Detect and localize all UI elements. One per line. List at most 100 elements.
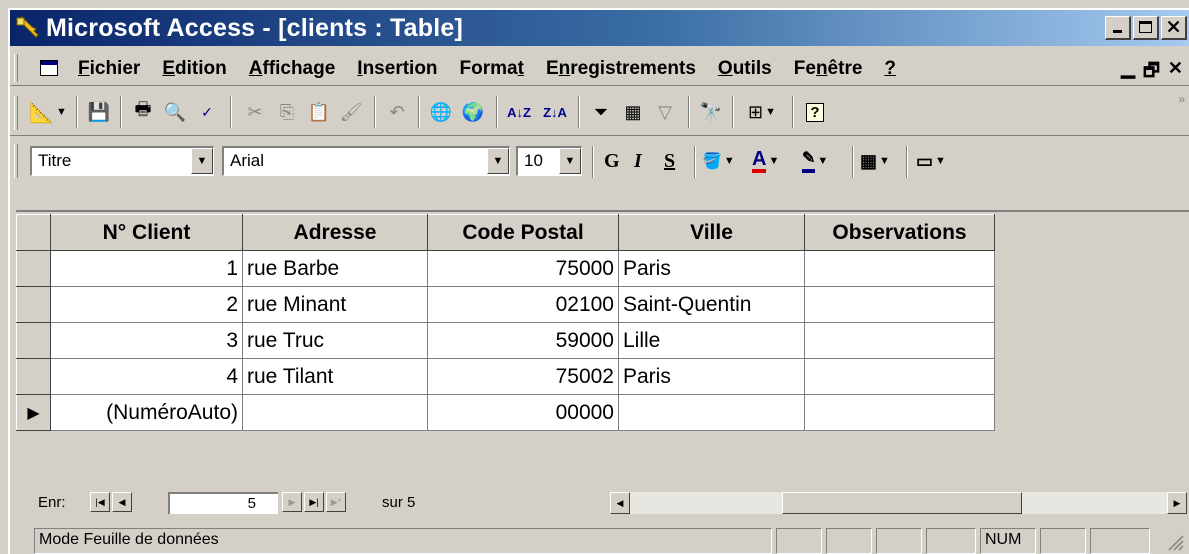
apply-filter-button[interactable]: ▽	[650, 97, 680, 127]
cut-button[interactable]: ✂	[240, 97, 270, 127]
scroll-left-button[interactable]: ◀	[610, 492, 630, 514]
format-painter-button[interactable]: 🖌	[336, 97, 366, 127]
column-header[interactable]: Adresse	[242, 214, 428, 251]
resize-grip-icon[interactable]	[1165, 532, 1185, 552]
column-header[interactable]: N° Client	[50, 214, 243, 251]
close-button[interactable]	[1161, 16, 1187, 40]
cell-ville[interactable]: Paris	[618, 250, 805, 287]
doc-minimize-icon[interactable]: ▁	[1121, 58, 1135, 88]
filter-by-form-button[interactable]: ▦	[618, 97, 648, 127]
column-header[interactable]: Observations	[804, 214, 995, 251]
find-button[interactable]: 🔭	[696, 97, 726, 127]
menu-grip[interactable]	[14, 54, 18, 82]
column-header[interactable]: Code Postal	[427, 214, 619, 251]
insert-hyperlink-button[interactable]: 🌐	[426, 97, 456, 127]
print-preview-button[interactable]: 🔍	[160, 97, 190, 127]
cell-adresse[interactable]: rue Minant	[242, 286, 428, 323]
cell-code-postal[interactable]: 59000	[427, 322, 619, 359]
cell-adresse[interactable]	[242, 394, 428, 431]
cell-observations[interactable]	[804, 322, 995, 359]
print-button[interactable]: 🖶	[128, 97, 158, 127]
save-button[interactable]: 💾	[84, 97, 114, 127]
cell-adresse[interactable]: rue Barbe	[242, 250, 428, 287]
font-combo[interactable]: Arial ▼	[222, 146, 510, 176]
menu-item[interactable]: Insertion	[357, 58, 437, 80]
scroll-thumb[interactable]	[782, 492, 1022, 514]
datasheet-icon[interactable]	[40, 60, 58, 76]
menu-item[interactable]: Affichage	[249, 58, 336, 80]
help-button[interactable]: ?	[800, 97, 830, 127]
sort-descending-button[interactable]: Z↓A	[540, 97, 570, 127]
sort-ascending-button[interactable]: A↓Z	[504, 97, 534, 127]
cell-observations[interactable]	[804, 286, 995, 323]
cell-code-postal[interactable]: 75002	[427, 358, 619, 395]
next-record-button[interactable]: ▶	[282, 492, 302, 512]
menu-item[interactable]: Fenêtre	[794, 58, 863, 80]
font-color-button[interactable]: A ▼	[752, 146, 779, 176]
view-button[interactable]: 📐 ▼	[26, 97, 70, 127]
cell-id[interactable]: (NuméroAuto)	[50, 394, 243, 431]
doc-restore-icon[interactable]: 🗗	[1143, 58, 1160, 88]
doc-close-icon[interactable]: ✕	[1168, 58, 1183, 88]
title-bar[interactable]: Microsoft Access - [clients : Table]	[10, 10, 1189, 46]
minimize-button[interactable]	[1105, 16, 1131, 40]
record-selector[interactable]	[16, 286, 51, 323]
cell-id[interactable]: 1	[50, 250, 243, 287]
menu-item[interactable]: Enregistrements	[546, 58, 696, 80]
cell-ville[interactable]	[618, 394, 805, 431]
cell-ville[interactable]: Lille	[618, 322, 805, 359]
cell-adresse[interactable]: rue Truc	[242, 322, 428, 359]
menu-item[interactable]: Outils	[718, 58, 772, 80]
cell-observations[interactable]	[804, 394, 995, 431]
font-size-dropdown-icon[interactable]: ▼	[559, 148, 581, 174]
last-record-button[interactable]: ▶|	[304, 492, 324, 512]
current-record-input[interactable]: 5	[168, 492, 278, 514]
menu-item[interactable]: Edition	[162, 58, 226, 80]
special-effect-button[interactable]: ▭ ▼	[916, 146, 946, 176]
spelling-button[interactable]: ✓	[192, 97, 222, 127]
maximize-button[interactable]	[1133, 16, 1159, 40]
record-selector[interactable]	[16, 358, 51, 395]
cell-ville[interactable]: Paris	[618, 358, 805, 395]
cell-code-postal[interactable]: 75000	[427, 250, 619, 287]
copy-button[interactable]: ⎘	[272, 97, 302, 127]
cell-code-postal[interactable]: 00000	[427, 394, 619, 431]
record-selector-current[interactable]: ▶	[16, 394, 51, 431]
cell-id[interactable]: 3	[50, 322, 243, 359]
font-combo-dropdown-icon[interactable]: ▼	[487, 148, 509, 174]
menu-item[interactable]: Format	[460, 58, 524, 80]
menu-item[interactable]: Fichier	[78, 58, 140, 80]
web-toolbar-button[interactable]: 🌍	[458, 97, 488, 127]
object-combo-dropdown-icon[interactable]: ▼	[191, 148, 213, 174]
record-selector[interactable]	[16, 250, 51, 287]
toolbar-grip[interactable]	[14, 96, 18, 130]
scroll-right-button[interactable]: ▶	[1167, 492, 1187, 514]
horizontal-scrollbar[interactable]: ◀ ▶	[610, 492, 1187, 514]
filter-by-selection-button[interactable]: ⏷	[586, 97, 616, 127]
cell-code-postal[interactable]: 02100	[427, 286, 619, 323]
select-all-corner[interactable]	[16, 214, 51, 251]
cell-id[interactable]: 4	[50, 358, 243, 395]
first-record-button[interactable]: |◀	[90, 492, 110, 512]
toolbar-overflow-icon[interactable]: »	[1178, 92, 1185, 106]
font-size-combo[interactable]: 10 ▼	[516, 146, 582, 176]
new-record-nav-button[interactable]: ▶*	[326, 492, 346, 512]
format-toolbar-grip[interactable]	[14, 144, 18, 178]
object-combo[interactable]: Titre ▼	[30, 146, 214, 176]
cell-ville[interactable]: Saint-Quentin	[618, 286, 805, 323]
cell-observations[interactable]	[804, 250, 995, 287]
underline-button[interactable]: S	[664, 146, 675, 176]
paste-button[interactable]: 📋	[304, 97, 334, 127]
gridlines-button[interactable]: ▦ ▼	[860, 146, 890, 176]
column-header[interactable]: Ville	[618, 214, 805, 251]
previous-record-button[interactable]: ◀	[112, 492, 132, 512]
menu-item[interactable]: ?	[884, 58, 896, 80]
cell-id[interactable]: 2	[50, 286, 243, 323]
undo-button[interactable]: ↶	[382, 97, 412, 127]
cell-adresse[interactable]: rue Tilant	[242, 358, 428, 395]
fill-color-button[interactable]: 🪣 ▼	[702, 146, 735, 176]
line-color-button[interactable]: ✎ ▼	[802, 146, 828, 176]
new-record-button[interactable]: ⊞ ▼	[740, 97, 784, 127]
record-selector[interactable]	[16, 322, 51, 359]
cell-observations[interactable]	[804, 358, 995, 395]
